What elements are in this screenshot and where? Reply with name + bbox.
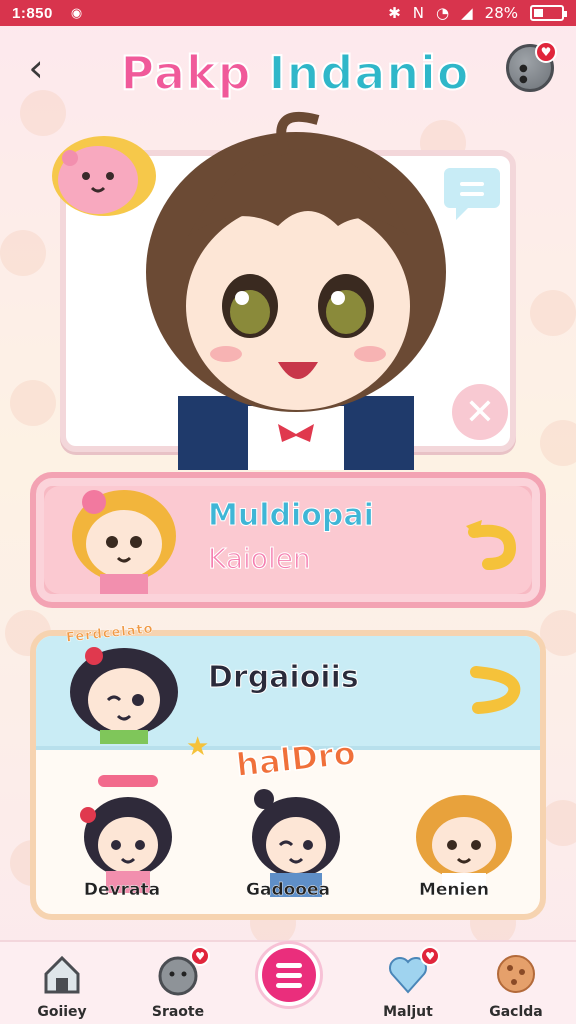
hero-character-illustration [146, 111, 446, 470]
secondary-card-title: Drgaioiis [208, 660, 360, 696]
menu-bar-icon [276, 972, 302, 978]
app-title-part2: Indanio [268, 45, 470, 101]
signal-icon: ◢ [461, 4, 473, 22]
header: ‹ Pakp Indanio ● ● ♥ [0, 34, 576, 114]
battery-percent: 28% [484, 4, 518, 22]
friend-name-1: Devrata [83, 880, 161, 900]
avatar-face-icon: ● ● [519, 63, 534, 85]
bottom-navigation: Goiiey ♥ Sraote ♥ Maljut Gaclda [0, 940, 576, 1024]
battery-icon [530, 5, 567, 21]
chevron-left-icon: ‹ [28, 46, 44, 90]
friend-name-2: Gadooea [246, 880, 330, 900]
secondary-card-avatar [70, 647, 178, 744]
notification-dot-icon: ◉ [70, 5, 83, 21]
cookie-icon [497, 955, 535, 993]
primary-card-arrow-button[interactable] [460, 512, 522, 574]
nav-item-settings[interactable]: Gaclda [466, 948, 566, 1024]
nav-item-home[interactable]: Goiiey [12, 948, 112, 1024]
menu-button[interactable] [258, 944, 320, 1006]
menu-bar-icon [276, 982, 302, 988]
nav-item-social[interactable]: ♥ Sraote [128, 946, 228, 1024]
home-icon [44, 955, 80, 994]
heart-badge-icon: ♥ [190, 946, 210, 966]
status-time: 1:850 [12, 4, 53, 22]
nav-item-favorites[interactable]: ♥ Maljut [358, 946, 458, 1024]
primary-card-avatar [72, 490, 176, 594]
nav-label-social: Sraote [151, 1004, 205, 1020]
curved-arrow-icon [466, 520, 517, 570]
heart-badge-icon: ♥ [420, 946, 440, 966]
nav-label-favorites: Maljut [383, 1004, 433, 1020]
primary-card-title: Muldiopai [208, 498, 375, 534]
secondary-card-arrow-button[interactable] [464, 656, 526, 718]
app-title-part1: Pakp [119, 45, 252, 101]
star-icon: ★ [186, 732, 210, 762]
back-button[interactable]: ‹ [14, 46, 58, 90]
menu-bar-icon [276, 962, 302, 968]
bluetooth-icon: ✱ [388, 4, 401, 22]
status-bar: 1:850 ◉ ✱ N ◔ ◢ 28% [0, 0, 576, 26]
heart-badge-icon: ♥ [535, 41, 557, 63]
nav-label-home: Goiiey [37, 1004, 87, 1020]
nav-label-settings: Gaclda [489, 1004, 543, 1020]
app-title: Pakp Indanio [119, 36, 470, 110]
primary-card-subtitle: Kaiolen [208, 542, 312, 576]
nfc-icon: N [412, 4, 425, 22]
friend-name-3: Menien [418, 880, 489, 900]
profile-avatar-button[interactable]: ● ● ♥ [506, 41, 557, 92]
wifi-icon: ◔ [436, 4, 450, 22]
curved-arrow-icon [470, 666, 521, 714]
